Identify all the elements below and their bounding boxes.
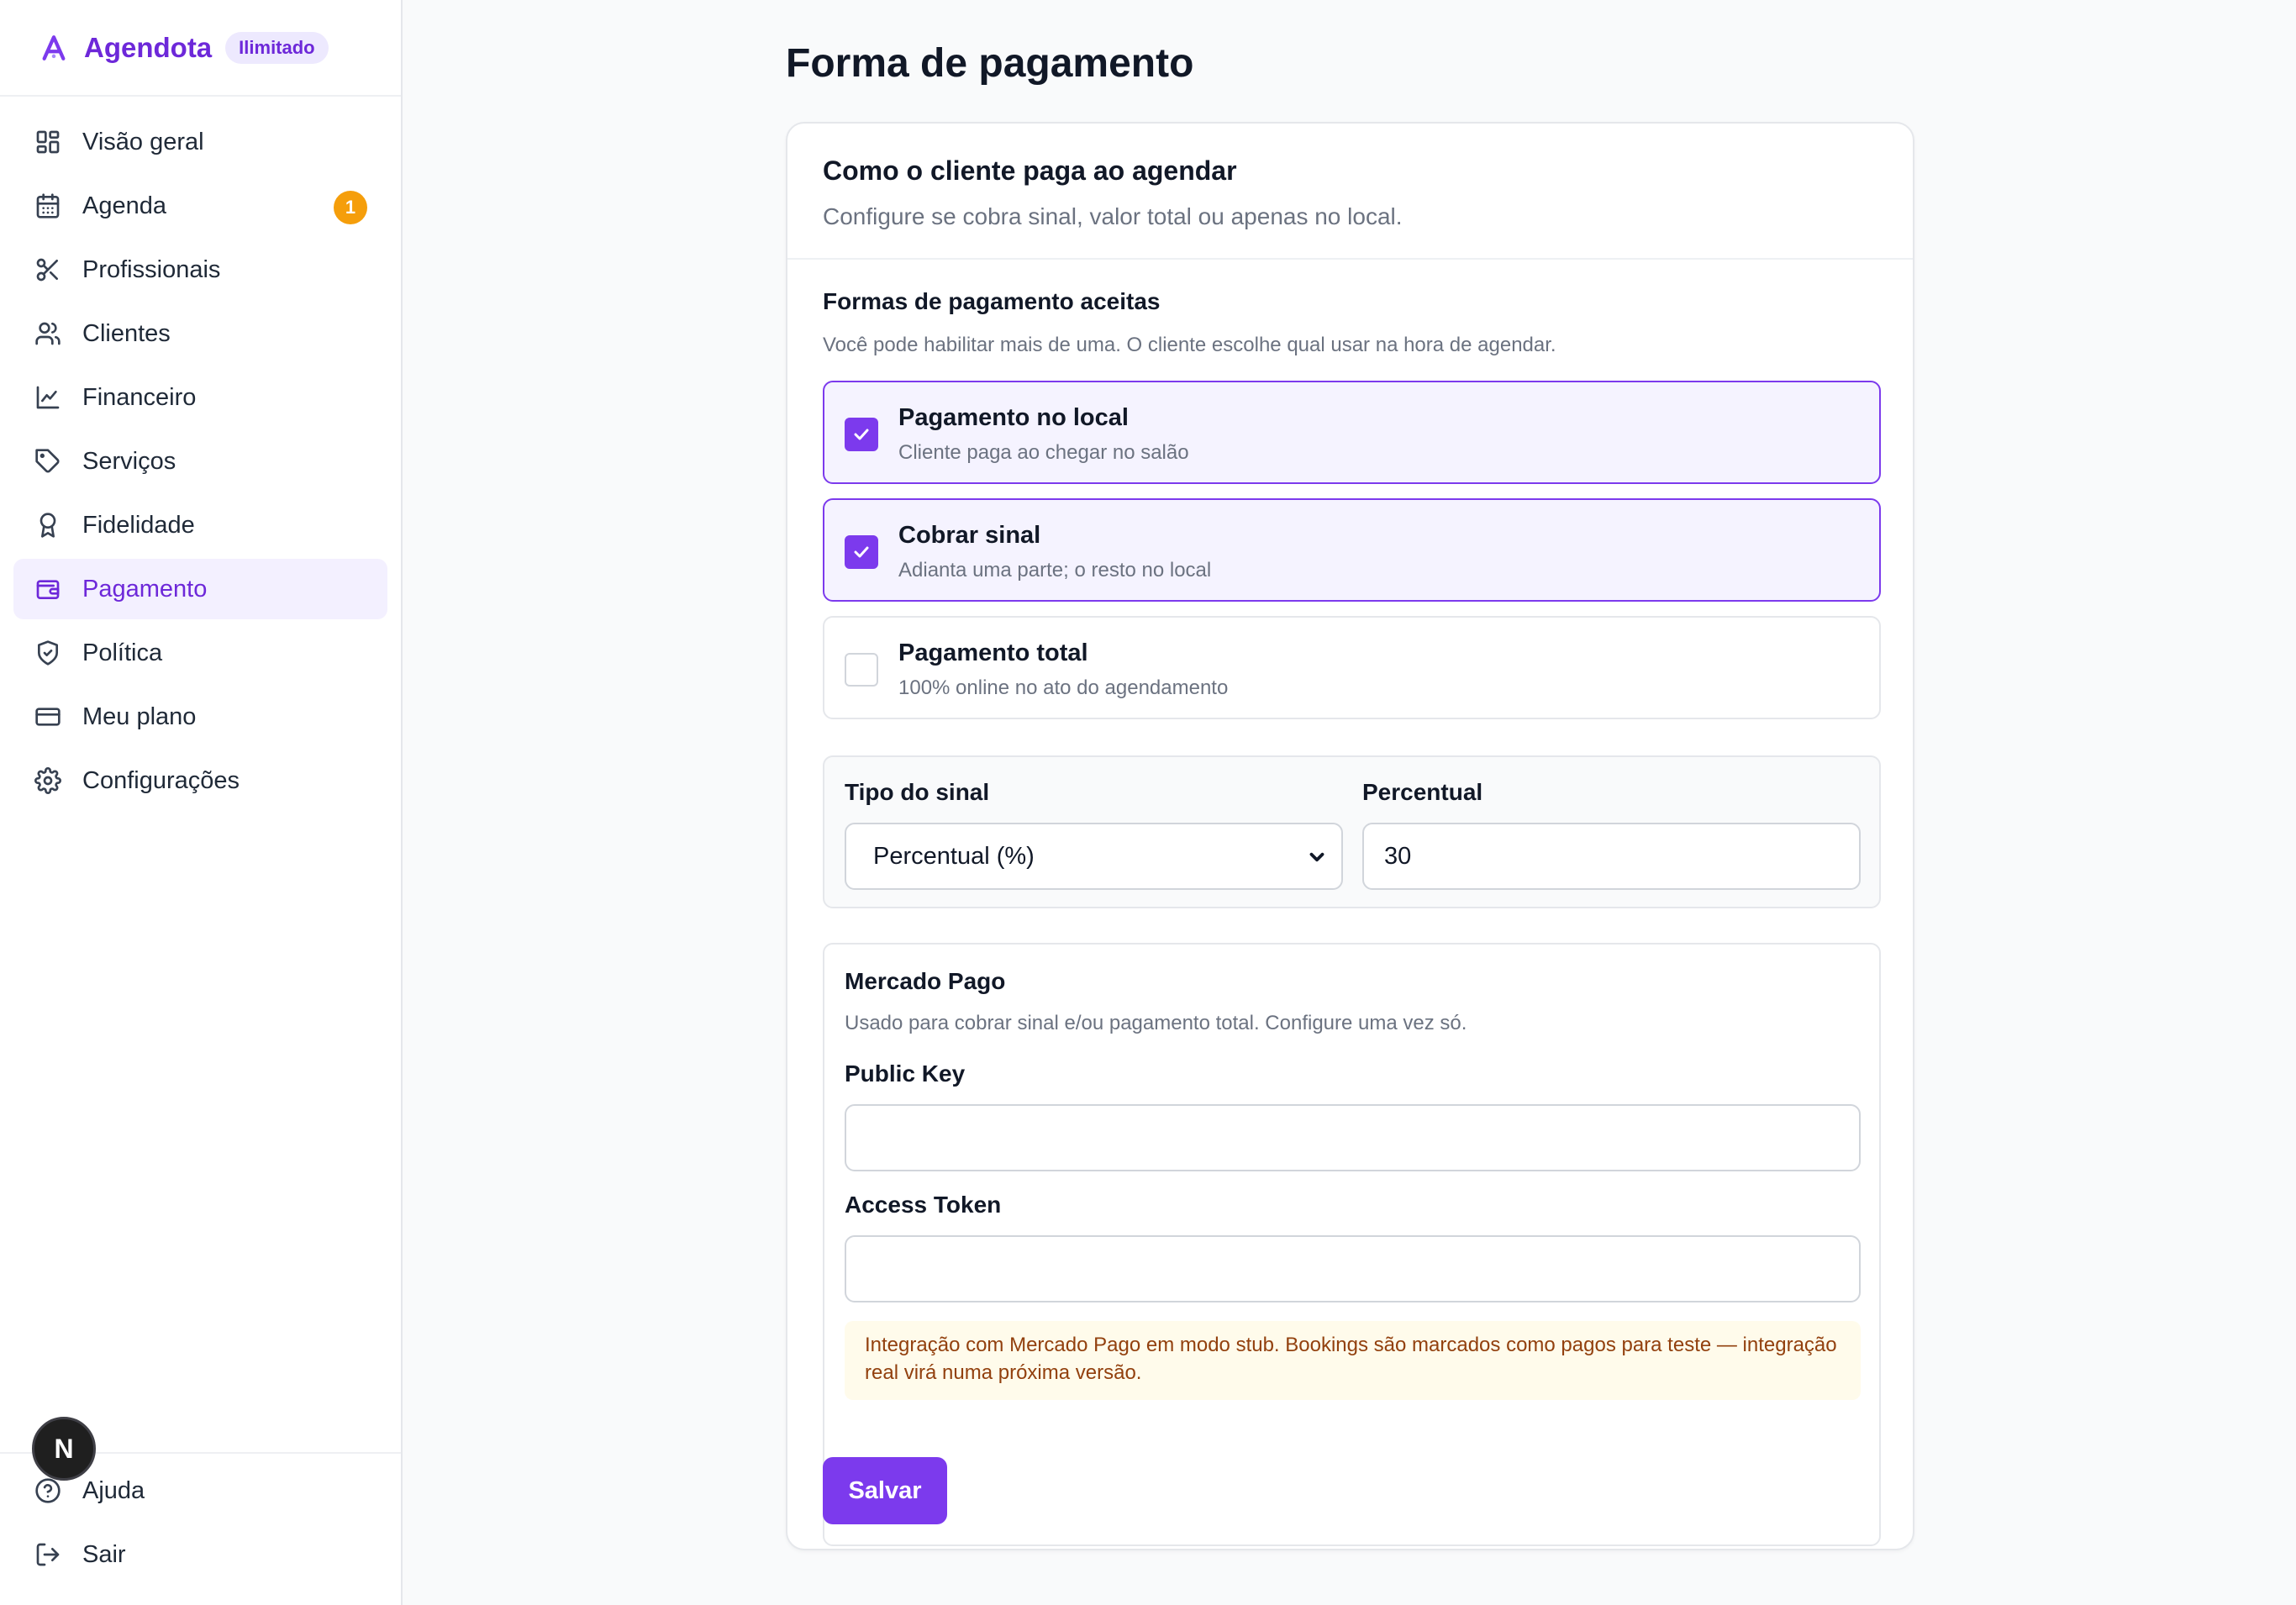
mercado-pago-subtitle: Usado para cobrar sinal e/ou pagamento t… — [845, 1012, 1467, 1034]
methods-subtitle: Você pode habilitar mais de uma. O clien… — [823, 334, 1556, 356]
checkbox-unchecked[interactable] — [845, 653, 878, 687]
percent-value: 30 — [1384, 842, 1412, 870]
card-header: Como o cliente paga ao agendar Configure… — [787, 124, 1913, 260]
sidebar-item-pagamento[interactable]: Pagamento — [13, 559, 387, 619]
sidebar-item-agenda[interactable]: Agenda 1 — [13, 176, 387, 236]
help-circle-icon — [34, 1476, 62, 1505]
option-title: Cobrar sinal — [898, 522, 1041, 549]
option-title: Pagamento total — [898, 639, 1088, 666]
wallet-icon — [34, 575, 62, 603]
scissors-icon — [34, 255, 62, 284]
logout-icon — [34, 1540, 62, 1569]
sidebar-item-label: Serviços — [82, 447, 176, 475]
sidebar-item-visao-geral[interactable]: Visão geral — [13, 112, 387, 172]
sidebar-item-clientes[interactable]: Clientes — [13, 303, 387, 364]
sidebar-item-meu-plano[interactable]: Meu plano — [13, 687, 387, 747]
save-button[interactable]: Salvar — [823, 1457, 947, 1524]
checkbox-checked[interactable] — [845, 418, 878, 451]
sidebar-nav: Visão geral Agenda 1 Profissionais Clien… — [0, 97, 401, 811]
signal-type-value: Percentual (%) — [873, 842, 1035, 870]
signal-settings: Tipo do sinal Percentual (%) Percentual … — [823, 755, 1881, 908]
brand: Agendota Ilimitado — [0, 0, 401, 97]
agendota-logo-icon — [37, 31, 71, 65]
card-subtitle: Configure se cobra sinal, valor total ou… — [823, 203, 1403, 229]
option-pagamento-no-local[interactable]: Pagamento no local Cliente paga ao chega… — [823, 381, 1881, 484]
check-icon — [854, 546, 869, 558]
access-token-label: Access Token — [845, 1192, 1002, 1218]
sidebar-item-label: Meu plano — [82, 703, 197, 730]
chevron-down-icon — [1306, 846, 1328, 868]
layout-grid-icon — [34, 128, 62, 156]
gear-icon — [34, 766, 62, 795]
brand-name[interactable]: Agendota — [84, 32, 212, 64]
sidebar-item-servicos[interactable]: Serviços — [13, 431, 387, 492]
credit-card-icon — [34, 703, 62, 731]
sidebar-item-label: Agenda — [82, 192, 166, 219]
option-description: 100% online no ato do agendamento — [898, 676, 1229, 699]
public-key-input[interactable] — [845, 1104, 1861, 1171]
sidebar-item-label: Visão geral — [82, 128, 204, 155]
sidebar-item-label: Ajuda — [82, 1476, 145, 1504]
checkbox-checked[interactable] — [845, 535, 878, 569]
sidebar-item-label: Configurações — [82, 766, 240, 794]
signal-type-select[interactable]: Percentual (%) — [845, 823, 1343, 890]
methods-title: Formas de pagamento aceitas — [823, 288, 1161, 314]
agenda-count-badge: 1 — [334, 191, 367, 224]
percent-label: Percentual — [1362, 779, 1483, 805]
mercado-pago-section: Mercado Pago Usado para cobrar sinal e/o… — [823, 943, 1881, 1546]
sidebar-item-label: Sair — [82, 1540, 126, 1568]
sidebar-item-label: Profissionais — [82, 255, 221, 283]
sidebar-item-financeiro[interactable]: Financeiro — [13, 367, 387, 428]
tag-icon — [34, 447, 62, 476]
check-icon — [854, 429, 869, 440]
option-pagamento-total[interactable]: Pagamento total 100% online no ato do ag… — [823, 616, 1881, 719]
line-chart-icon — [34, 383, 62, 412]
sidebar-item-label: Clientes — [82, 319, 171, 347]
users-icon — [34, 319, 62, 348]
user-avatar[interactable]: N — [32, 1417, 96, 1481]
sidebar-item-label: Financeiro — [82, 383, 197, 411]
option-description: Cliente paga ao chegar no salão — [898, 441, 1189, 464]
sidebar-item-profissionais[interactable]: Profissionais — [13, 239, 387, 300]
award-icon — [34, 511, 62, 539]
calendar-icon — [34, 192, 62, 220]
sidebar: Agendota Ilimitado Visão geral Agenda 1 … — [0, 0, 403, 1605]
percent-input[interactable]: 30 — [1362, 823, 1861, 890]
sidebar-item-label: Política — [82, 639, 163, 666]
stub-warning: Integração com Mercado Pago em modo stub… — [845, 1321, 1861, 1400]
card-title: Como o cliente paga ao agendar — [823, 155, 1237, 186]
page-title: Forma de pagamento — [786, 41, 1194, 86]
public-key-label: Public Key — [845, 1060, 966, 1087]
plan-badge: Ilimitado — [225, 31, 329, 64]
option-description: Adianta uma parte; o resto no local — [898, 559, 1212, 581]
sidebar-item-sair[interactable]: Sair — [13, 1524, 387, 1585]
sidebar-item-politica[interactable]: Política — [13, 623, 387, 683]
option-cobrar-sinal[interactable]: Cobrar sinal Adianta uma parte; o resto … — [823, 498, 1881, 602]
mercado-pago-title: Mercado Pago — [845, 968, 1006, 994]
access-token-input[interactable] — [845, 1235, 1861, 1302]
shield-check-icon — [34, 639, 62, 667]
option-title: Pagamento no local — [898, 404, 1129, 431]
sidebar-item-configuracoes[interactable]: Configurações — [13, 750, 387, 811]
sidebar-item-label: Fidelidade — [82, 511, 195, 539]
sidebar-item-label: Pagamento — [82, 575, 208, 603]
payment-settings-card: Como o cliente paga ao agendar Configure… — [786, 122, 1914, 1550]
sidebar-item-fidelidade[interactable]: Fidelidade — [13, 495, 387, 555]
signal-type-label: Tipo do sinal — [845, 779, 990, 805]
